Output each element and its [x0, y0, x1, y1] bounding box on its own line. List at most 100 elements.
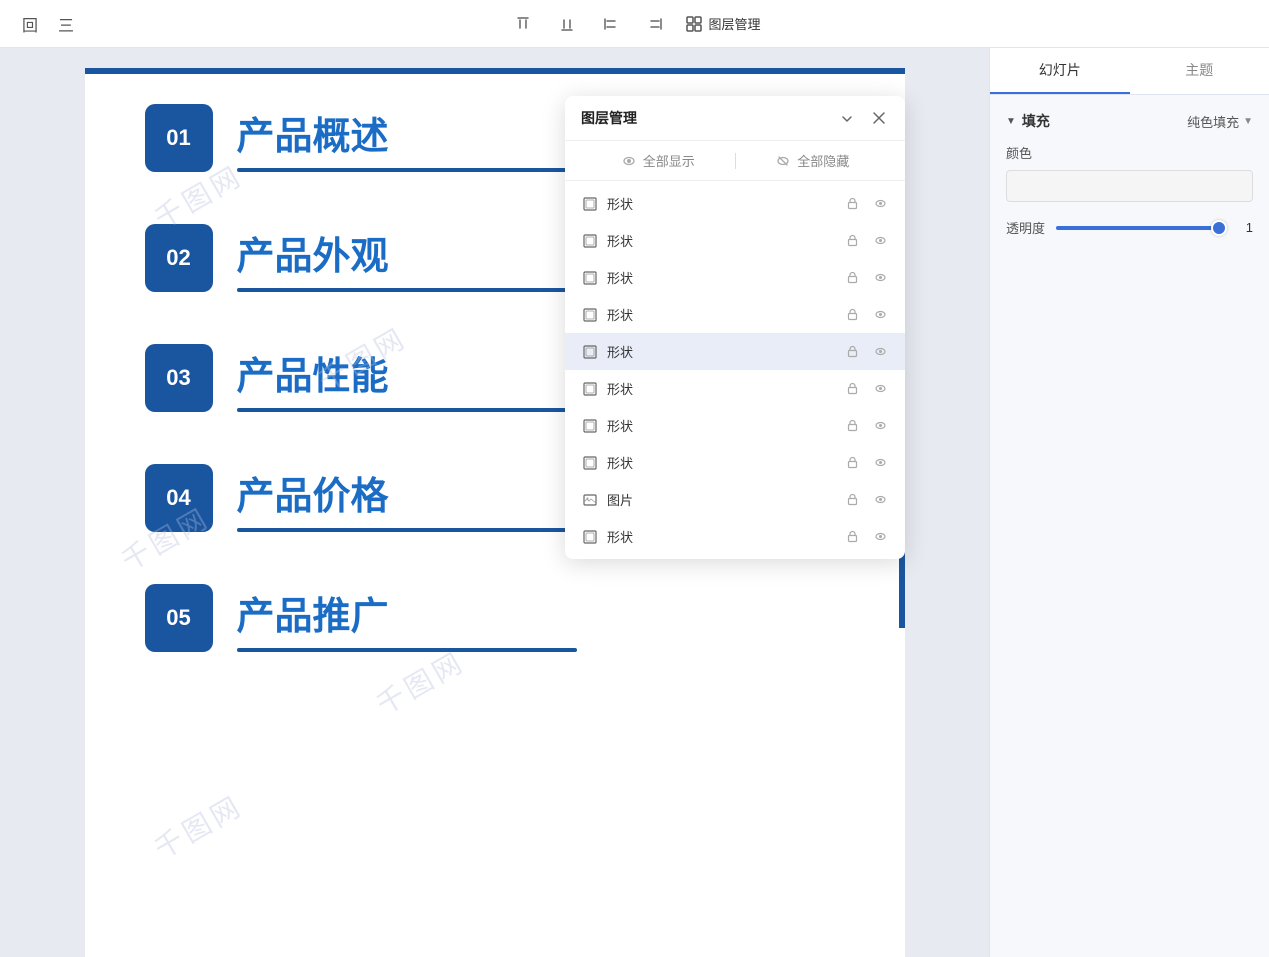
- lock-icon-9[interactable]: [843, 491, 861, 509]
- layer-item-name-9: 图片: [607, 490, 835, 509]
- layer-item-actions-1: [843, 195, 889, 213]
- slide-num-1: 01: [166, 125, 190, 151]
- layer-panel: 图层管理: [565, 96, 905, 559]
- layer-manager-label: 图层管理: [708, 14, 760, 33]
- lock-icon-4[interactable]: [843, 306, 861, 324]
- lock-icon-6[interactable]: [843, 380, 861, 398]
- lock-icon-1[interactable]: [843, 195, 861, 213]
- layer-item-name-3: 形状: [607, 268, 835, 287]
- lock-icon-2[interactable]: [843, 232, 861, 250]
- layer-item-8[interactable]: 形状: [565, 444, 905, 481]
- right-panel-tabs: 幻灯片 主题: [990, 48, 1269, 95]
- tab-slideshow[interactable]: 幻灯片: [990, 48, 1130, 94]
- eye-icon-3[interactable]: [871, 269, 889, 287]
- toolbar-left: 回 三: [16, 10, 80, 38]
- opacity-row: 透明度 1: [1006, 218, 1253, 237]
- layer-item-7[interactable]: 形状: [565, 407, 905, 444]
- collapse-icon[interactable]: [837, 108, 857, 128]
- watermark-5: 千图网: [147, 785, 250, 868]
- layer-type-icon-7: [581, 417, 599, 435]
- eye-icon-4[interactable]: [871, 306, 889, 324]
- layer-item-actions-3: [843, 269, 889, 287]
- layer-list: 形状: [565, 181, 905, 559]
- slide-num-5: 05: [166, 605, 190, 631]
- align-top-icon[interactable]: [508, 10, 536, 38]
- eye-icon-9[interactable]: [871, 491, 889, 509]
- show-all-button[interactable]: 全部显示: [581, 151, 735, 170]
- layer-item-name-10: 形状: [607, 527, 835, 546]
- opacity-slider[interactable]: [1056, 226, 1227, 230]
- layer-item-9[interactable]: 图片: [565, 481, 905, 518]
- fill-type-value: 纯色填充: [1187, 112, 1239, 131]
- layer-item-4[interactable]: 形状: [565, 296, 905, 333]
- opacity-value: 1: [1237, 220, 1253, 235]
- layer-type-icon-10: [581, 528, 599, 546]
- layer-type-icon-3: [581, 269, 599, 287]
- slide-item-text-2: 产品外观: [237, 225, 577, 292]
- slide-num-box-3: 03: [145, 344, 213, 412]
- layer-item-name-8: 形状: [607, 453, 835, 472]
- layer-item-actions-10: [843, 528, 889, 546]
- align-left-icon[interactable]: [596, 10, 624, 38]
- main-area: 01 产品概述 02 产品外观: [0, 48, 1269, 957]
- layer-item-name-1: 形状: [607, 194, 835, 213]
- slide-item-text-1: 产品概述: [237, 105, 577, 172]
- layer-panel-title: 图层管理: [581, 108, 837, 128]
- color-picker[interactable]: [1006, 170, 1253, 202]
- slide-item-underline-4: [237, 528, 577, 532]
- eye-icon-1[interactable]: [871, 195, 889, 213]
- layer-manager-button[interactable]: 图层管理: [684, 14, 760, 33]
- eye-icon-2[interactable]: [871, 232, 889, 250]
- fill-section-arrow: ▼: [1006, 116, 1016, 127]
- layer-item-1[interactable]: 形状: [565, 185, 905, 222]
- right-panel: 幻灯片 主题 ▼ 填充 纯色填充 ▼ 颜色 透明度: [989, 48, 1269, 957]
- layer-item-actions-7: [843, 417, 889, 435]
- layer-type-icon-9: [581, 491, 599, 509]
- layer-item-6[interactable]: 形状: [565, 370, 905, 407]
- slide-num-box-2: 02: [145, 224, 213, 292]
- layer-item-name-4: 形状: [607, 305, 835, 324]
- eye-icon-5[interactable]: [871, 343, 889, 361]
- slide-item-label-3: 产品性能: [237, 345, 577, 400]
- slide-num-box-5: 05: [145, 584, 213, 652]
- slide-item-label-4: 产品价格: [237, 465, 577, 520]
- hide-all-button[interactable]: 全部隐藏: [736, 151, 890, 170]
- lock-icon-3[interactable]: [843, 269, 861, 287]
- layer-type-icon-2: [581, 232, 599, 250]
- eye-icon-8[interactable]: [871, 454, 889, 472]
- layer-item-name-5: 形状: [607, 342, 835, 361]
- color-label: 颜色: [1006, 143, 1253, 162]
- layer-item-actions-4: [843, 306, 889, 324]
- slide-item-underline-1: [237, 168, 577, 172]
- slide-item-label-2: 产品外观: [237, 225, 577, 280]
- slide-item-underline-3: [237, 408, 577, 412]
- slide-item-label-5: 产品推广: [237, 585, 577, 640]
- layer-item-3[interactable]: 形状: [565, 259, 905, 296]
- layer-item-actions-2: [843, 232, 889, 250]
- fill-section: ▼ 填充 纯色填充 ▼ 颜色 透明度 1: [1006, 111, 1253, 237]
- lock-icon-5[interactable]: [843, 343, 861, 361]
- layer-item-5[interactable]: 形状: [565, 333, 905, 370]
- layer-item-actions-9: [843, 491, 889, 509]
- align-bottom-icon[interactable]: [552, 10, 580, 38]
- align-right-icon[interactable]: [640, 10, 668, 38]
- slide-num-4: 04: [166, 485, 190, 511]
- eye-icon-6[interactable]: [871, 380, 889, 398]
- layer-item-10[interactable]: 形状: [565, 518, 905, 555]
- layer-item-2[interactable]: 形状: [565, 222, 905, 259]
- slide-item-underline-5: [237, 648, 577, 652]
- fill-type-selector[interactable]: 纯色填充 ▼: [1187, 112, 1253, 131]
- close-icon[interactable]: [869, 108, 889, 128]
- eye-icon-10[interactable]: [871, 528, 889, 546]
- lock-icon-8[interactable]: [843, 454, 861, 472]
- lock-icon-10[interactable]: [843, 528, 861, 546]
- eye-icon-7[interactable]: [871, 417, 889, 435]
- layer-item-actions-5: [843, 343, 889, 361]
- tab-theme[interactable]: 主题: [1130, 48, 1269, 94]
- hide-all-label: 全部隐藏: [797, 151, 849, 170]
- undo-icon[interactable]: 回: [16, 10, 44, 38]
- canvas-area: 01 产品概述 02 产品外观: [0, 48, 989, 957]
- menu-icon[interactable]: 三: [52, 10, 80, 38]
- lock-icon-7[interactable]: [843, 417, 861, 435]
- slide-item-text-3: 产品性能: [237, 345, 577, 412]
